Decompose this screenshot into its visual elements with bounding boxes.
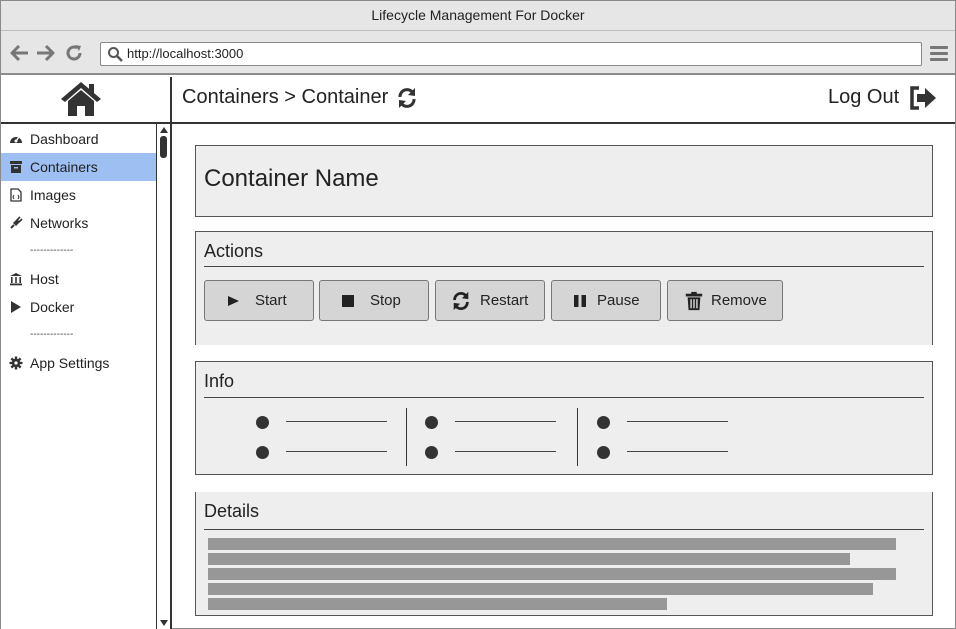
details-panel: Details (195, 492, 933, 616)
browser-window: Lifecycle Management For Docker http://l… (0, 0, 956, 629)
text-placeholder-bar (208, 598, 667, 610)
info-placeholder-line (455, 451, 556, 452)
refresh-icon (453, 291, 469, 311)
search-icon (108, 47, 123, 62)
sidebar-item-containers[interactable]: Containers (1, 153, 156, 181)
sidebar-item-images[interactable]: Images (1, 181, 156, 209)
scroll-up-arrow-icon[interactable] (160, 127, 168, 133)
address-bar: http://localhost:3000 (1, 31, 955, 75)
sidebar-scrollbar[interactable] (156, 124, 170, 629)
home-icon[interactable] (59, 80, 103, 118)
archive-icon (10, 161, 22, 173)
sign-out-icon[interactable] (908, 85, 938, 111)
sidebar-separator: ------------- (30, 245, 74, 256)
plug-icon (10, 216, 23, 229)
sidebar: Dashboard Containers Images Networks ---… (1, 124, 172, 629)
play-icon (228, 296, 239, 306)
details-title: Details (204, 501, 260, 521)
bank-icon (10, 273, 22, 286)
sidebar-item-app-settings[interactable]: App Settings (1, 349, 156, 377)
info-placeholder-line (286, 421, 387, 422)
restart-button[interactable]: Restart (435, 280, 545, 321)
image-file-icon (10, 188, 22, 202)
start-button[interactable]: Start (204, 280, 314, 321)
url-input[interactable]: http://localhost:3000 (100, 42, 922, 66)
home-cell (1, 77, 172, 122)
sidebar-item-docker[interactable]: Docker (1, 293, 156, 321)
arrow-left-icon[interactable] (10, 43, 30, 63)
bullet-icon (425, 416, 438, 429)
info-panel: Info (195, 361, 933, 475)
refresh-icon[interactable] (396, 87, 418, 109)
column-divider (577, 408, 578, 466)
pause-button[interactable]: Pause (551, 280, 661, 321)
info-title: Info (204, 371, 235, 391)
info-placeholder-line (627, 451, 728, 452)
stop-button[interactable]: Stop (319, 280, 429, 321)
text-placeholder-bar (208, 538, 896, 550)
sidebar-item-dashboard[interactable]: Dashboard (1, 125, 156, 153)
actions-panel: Actions Start Stop Restart Pause Remove (195, 231, 933, 345)
scroll-down-arrow-icon[interactable] (160, 620, 168, 626)
logout-link[interactable]: Log Out (828, 86, 899, 109)
remove-button[interactable]: Remove (667, 280, 783, 321)
divider (204, 266, 924, 267)
info-placeholder-line (286, 451, 387, 452)
text-placeholder-bar (208, 583, 873, 595)
container-name: Container Name (204, 165, 379, 192)
hamburger-menu-icon[interactable] (930, 46, 948, 62)
pause-icon (574, 295, 586, 307)
bullet-icon (256, 446, 269, 459)
window-title: Lifecycle Management For Docker (1, 1, 955, 31)
actions-title: Actions (204, 241, 264, 261)
info-placeholder-line (627, 421, 728, 422)
text-placeholder-bar (208, 568, 896, 580)
sidebar-item-host[interactable]: Host (1, 265, 156, 293)
info-placeholder-line (455, 421, 556, 422)
bullet-icon (597, 446, 610, 459)
breadcrumb: Containers > Container (182, 86, 389, 108)
divider (204, 529, 924, 530)
container-name-panel: Container Name (195, 145, 933, 217)
url-text: http://localhost:3000 (127, 46, 244, 61)
text-placeholder-bar (208, 553, 850, 565)
play-icon (11, 301, 21, 313)
sidebar-separator: ------------- (30, 329, 74, 340)
bullet-icon (256, 416, 269, 429)
reload-icon[interactable] (64, 43, 84, 63)
sidebar-item-networks[interactable]: Networks (1, 209, 156, 237)
stop-icon (342, 295, 354, 307)
divider (204, 397, 924, 398)
trash-icon (685, 291, 703, 311)
arrow-right-icon[interactable] (35, 43, 55, 63)
bullet-icon (597, 416, 610, 429)
column-divider (406, 408, 407, 466)
gear-icon (9, 356, 23, 370)
bullet-icon (425, 446, 438, 459)
dashboard-icon (10, 136, 22, 143)
app-header: Containers > Container Log Out (1, 77, 955, 124)
scroll-thumb[interactable] (160, 136, 167, 158)
